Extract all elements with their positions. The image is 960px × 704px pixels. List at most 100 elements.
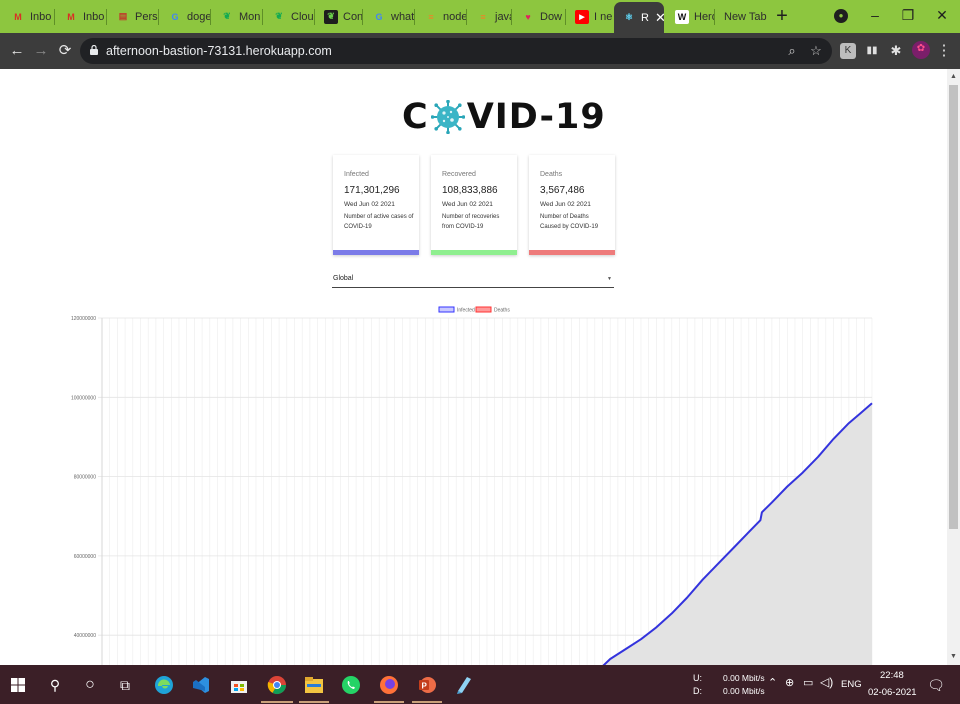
minimize-button[interactable]: –: [858, 3, 892, 27]
browser-tab[interactable]: ▤ Perso: [108, 4, 158, 29]
browser-tab[interactable]: M Inbo: [3, 4, 53, 29]
browser-tab[interactable]: ≡ node: [416, 4, 466, 29]
close-tab-icon[interactable]: ✕: [655, 10, 664, 26]
file-explorer-icon[interactable]: [301, 672, 327, 698]
firefox-running-indicator: [374, 701, 404, 703]
tab-separator: [54, 9, 55, 25]
scroll-down-arrow-icon[interactable]: ▼: [947, 651, 960, 663]
battery-icon[interactable]: ▭: [803, 676, 813, 689]
restore-button[interactable]: ❐: [891, 3, 925, 27]
edge-icon[interactable]: [151, 672, 177, 698]
legend-label: Deaths: [494, 308, 510, 314]
location-icon[interactable]: ⊕: [785, 676, 794, 689]
card-date: Wed Jun 02 2021: [442, 201, 493, 208]
tab-separator: [158, 9, 159, 25]
tab-separator: [106, 9, 107, 25]
legend-swatch: [438, 306, 455, 313]
close-window-button[interactable]: ✕: [925, 3, 959, 27]
browser-tab[interactable]: ❦ Clou: [264, 4, 314, 29]
card-date: Wed Jun 02 2021: [344, 201, 395, 208]
tray-overflow-chevron-icon[interactable]: ⌃: [768, 676, 777, 689]
country-select[interactable]: Global ▼: [332, 274, 614, 288]
notification-icon[interactable]: 🗨: [923, 672, 949, 698]
google-icon: G: [375, 11, 383, 22]
zoom-icon[interactable]: ⌕: [784, 43, 800, 59]
browser-tab[interactable]: ⚛ R ✕: [614, 2, 664, 33]
browser-tab[interactable]: ❦ Mon: [212, 4, 262, 29]
search-icon[interactable]: ⚲: [42, 672, 68, 698]
scrollbar-thumb[interactable]: [949, 85, 958, 529]
forward-button[interactable]: →: [31, 41, 51, 61]
country-select-value: Global: [333, 275, 354, 282]
extension-k-icon[interactable]: K: [840, 43, 856, 59]
browser-tab[interactable]: Gdoge: [160, 4, 210, 29]
extensions-puzzle-icon[interactable]: ✱: [888, 43, 904, 59]
profile-icon[interactable]: ●: [834, 9, 848, 23]
whatsapp-icon[interactable]: [338, 672, 364, 698]
browser-tab[interactable]: Gwhat: [364, 4, 414, 29]
browser-tab[interactable]: ▶ I nee: [567, 4, 612, 29]
browser-tab[interactable]: ≡ javas: [468, 4, 511, 29]
leaf-icon: ❦: [223, 11, 231, 21]
clock-date[interactable]: 02-06-2021: [868, 687, 917, 698]
firefox-icon[interactable]: [376, 672, 402, 698]
card-accent-bar: [431, 250, 517, 255]
bookmark-star-icon[interactable]: ☆: [808, 43, 824, 59]
vscode-icon[interactable]: [188, 672, 214, 698]
language-indicator[interactable]: ENG: [841, 679, 862, 690]
y-tick-label: 60000000: [74, 554, 96, 560]
tab-label: Clou: [291, 10, 314, 23]
card-title: Deaths: [540, 171, 563, 178]
tab-separator: [210, 9, 211, 25]
new-tab-button[interactable]: +: [770, 5, 794, 29]
url-text: afternoon-bastion-73131.herokuapp.com: [106, 44, 332, 58]
reload-button[interactable]: ⟳: [55, 41, 75, 61]
react-icon: ⚛: [624, 12, 634, 22]
start-windows-icon[interactable]: [5, 672, 31, 698]
tab-label: Mon: [239, 10, 261, 23]
youtube-icon: ▶: [575, 9, 589, 24]
clock-time[interactable]: 22:48: [880, 670, 904, 681]
lock-icon: [90, 45, 98, 55]
notes-app-icon[interactable]: [451, 672, 477, 698]
reading-list-icon[interactable]: ▮▮: [864, 43, 880, 59]
gmail-icon: M: [14, 11, 22, 22]
address-bar[interactable]: afternoon-bastion-73131.herokuapp.com ⌕ …: [80, 38, 832, 64]
browser-menu-icon[interactable]: ⋮: [934, 41, 954, 61]
browser-tab[interactable]: W Hero: [667, 4, 714, 29]
chrome-running-indicator: [261, 701, 293, 703]
tab-separator: [362, 9, 363, 25]
tab-label: I nee: [594, 10, 612, 23]
net-down-label: D:: [693, 686, 702, 696]
tab-separator: [565, 9, 566, 25]
browser-tab[interactable]: M Inbo: [56, 4, 106, 29]
legend-swatch: [475, 306, 492, 313]
stack-icon: ≡: [480, 11, 486, 22]
back-button[interactable]: ←: [7, 41, 27, 61]
tab-label: New Tab: [724, 10, 767, 23]
scroll-up-arrow-icon[interactable]: ▲: [947, 71, 960, 83]
browser-toolbar: ← → ⟳ afternoon-bastion-73131.herokuapp.…: [0, 33, 960, 69]
card-title: Infected: [344, 171, 369, 178]
vertical-scrollbar[interactable]: ▲ ▼: [947, 69, 960, 665]
cortana-icon[interactable]: ○: [77, 672, 103, 698]
browser-tab[interactable]: ♥ Dow: [513, 4, 565, 29]
browser-tab[interactable]: ❦ Conf: [316, 4, 362, 29]
volume-icon[interactable]: ◁): [820, 675, 833, 689]
card-value: 171,301,296: [344, 185, 400, 196]
google-icon: G: [171, 11, 179, 22]
tab-label: Inbo: [83, 10, 105, 23]
browser-tab[interactable]: New Tab: [716, 4, 768, 29]
heart-icon: ♥: [525, 11, 531, 22]
store-icon[interactable]: [226, 672, 252, 698]
profile-avatar[interactable]: ✿: [912, 41, 930, 59]
y-tick-label: 120000000: [71, 316, 96, 322]
task-view-icon[interactable]: ⧉: [112, 672, 138, 698]
tab-label: node: [443, 10, 466, 23]
powerpoint-icon[interactable]: P: [414, 672, 440, 698]
net-up-speed: 0.00 Mbit/s: [723, 673, 765, 683]
card-title: Recovered: [442, 171, 476, 178]
y-tick-label: 80000000: [74, 475, 96, 481]
svg-text:P: P: [422, 682, 428, 691]
chrome-icon[interactable]: [264, 672, 290, 698]
